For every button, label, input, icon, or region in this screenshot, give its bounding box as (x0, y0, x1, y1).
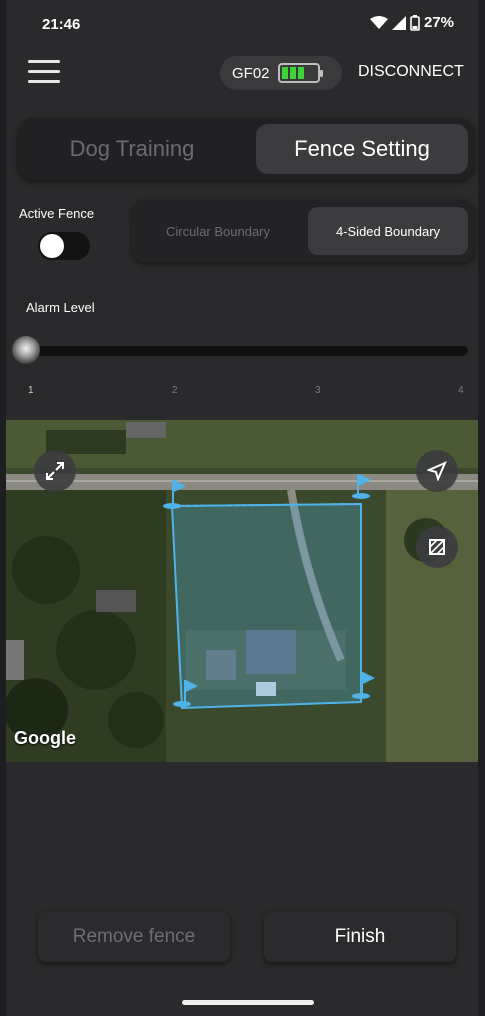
alarm-tick-1: 1 (28, 385, 34, 396)
disconnect-button[interactable]: DISCONNECT (358, 63, 464, 81)
boundary-selector: Circular Boundary 4-Sided Boundary (132, 200, 474, 262)
device-chip[interactable]: GF02 (220, 56, 342, 90)
alarm-slider-thumb[interactable] (12, 336, 40, 364)
tab-dog-training[interactable]: Dog Training (26, 124, 238, 174)
expand-map-icon[interactable] (34, 450, 76, 492)
status-time: 21:46 (42, 16, 81, 33)
toggle-knob (40, 234, 64, 258)
active-fence-toggle[interactable] (38, 232, 90, 260)
draw-polygon-icon[interactable] (416, 526, 458, 568)
mode-tabs: Dog Training Fence Setting (18, 118, 474, 180)
wifi-icon (369, 15, 388, 29)
four-sided-boundary-option[interactable]: 4-Sided Boundary (308, 207, 468, 255)
device-name: GF02 (232, 64, 270, 82)
locate-icon[interactable] (416, 450, 458, 492)
battery-icon (410, 14, 420, 31)
menu-icon[interactable] (28, 60, 60, 86)
system-icons: 27% (369, 14, 454, 31)
satellite-map[interactable] (6, 420, 478, 762)
battery-percent: 27% (423, 14, 454, 31)
alarm-tick-3: 3 (315, 385, 321, 396)
map-image (6, 420, 478, 762)
active-fence-label: Active Fence (19, 206, 95, 221)
tab-fence-setting[interactable]: Fence Setting (256, 124, 468, 174)
alarm-tick-2: 2 (172, 385, 178, 396)
app-screen: 21:46 27% GF02 DISCONNECT Dog Training F… (6, 0, 478, 1016)
google-attribution: Google (14, 728, 76, 748)
device-battery-icon (277, 63, 323, 83)
circular-boundary-option[interactable]: Circular Boundary (138, 207, 298, 255)
home-indicator[interactable] (182, 1000, 314, 1005)
status-bar: 21:46 27% (6, 0, 478, 44)
remove-fence-button[interactable]: Remove fence (38, 912, 230, 962)
alarm-level-label: Alarm Level (26, 300, 95, 315)
finish-button[interactable]: Finish (264, 912, 456, 962)
cell-signal-icon (391, 15, 406, 30)
alarm-tick-4: 4 (458, 385, 464, 396)
alarm-level-slider[interactable] (28, 346, 468, 356)
